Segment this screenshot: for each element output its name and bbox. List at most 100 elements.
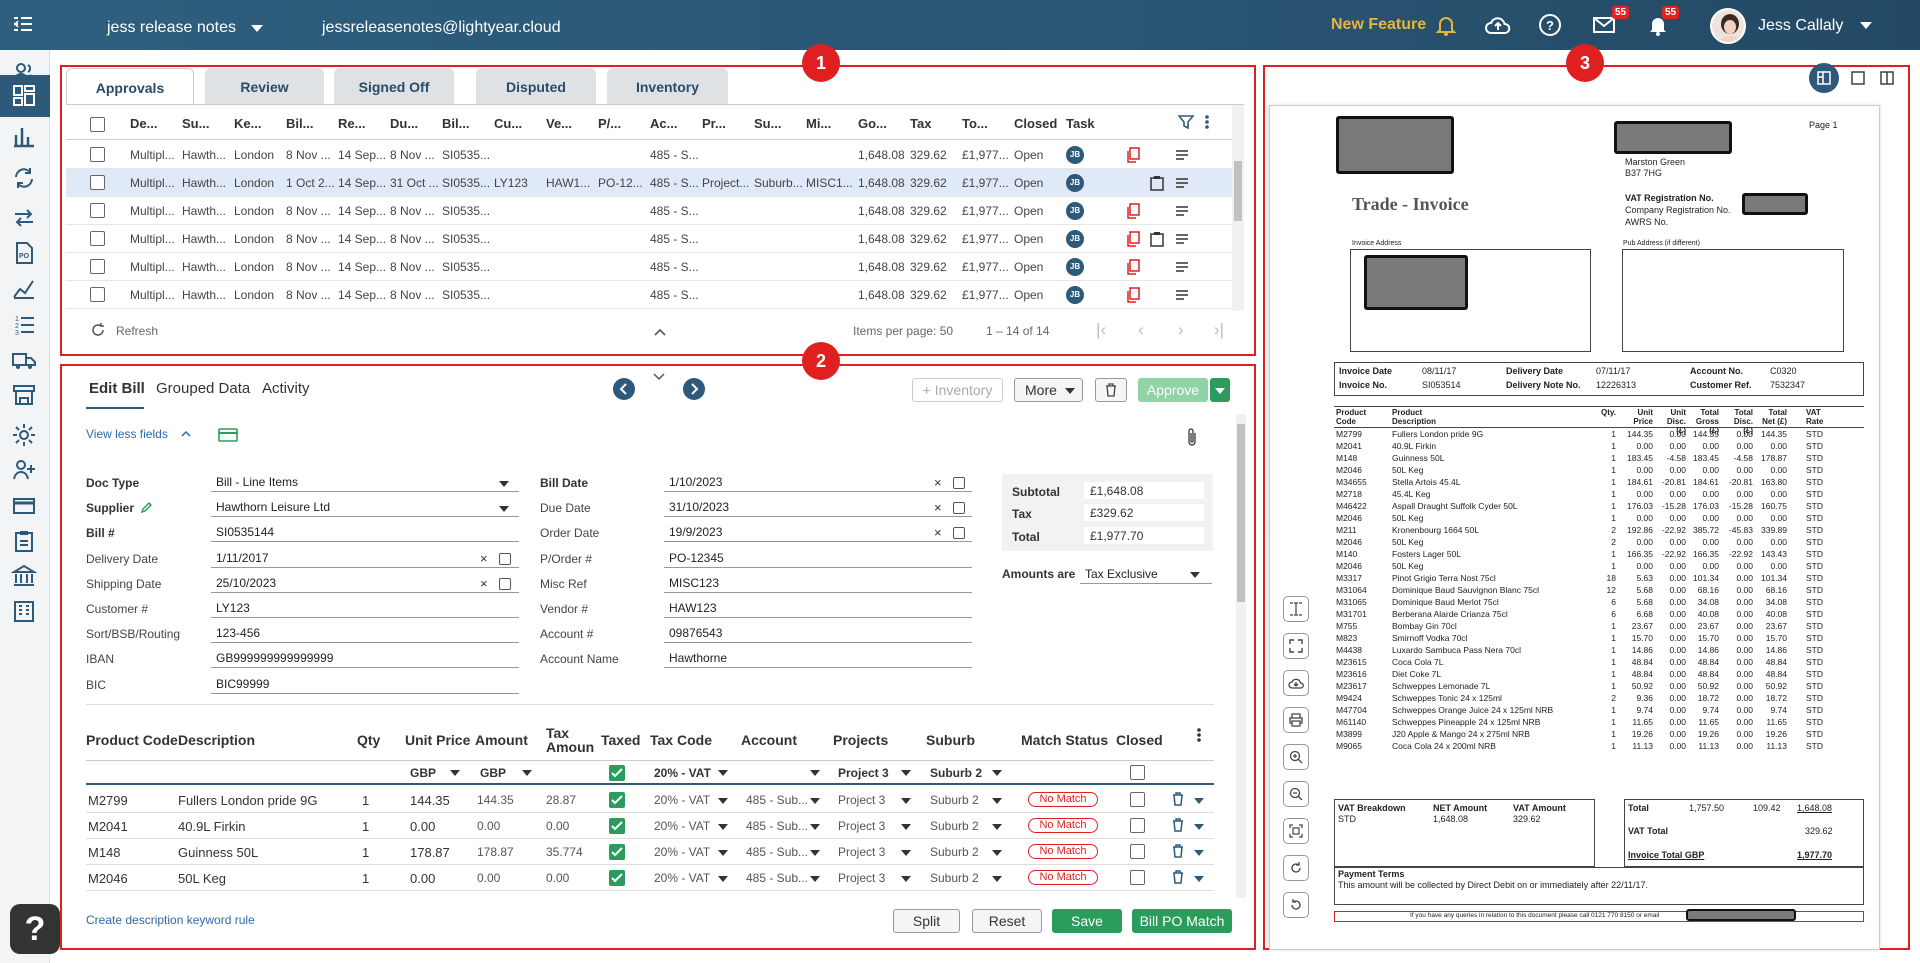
clear-date-icon[interactable]: × (480, 576, 488, 591)
tab-activity[interactable]: Activity (262, 380, 310, 397)
chevron-down-icon[interactable] (992, 798, 1002, 804)
more-vert-icon[interactable] (1204, 114, 1210, 130)
row-checkbox[interactable] (90, 287, 105, 302)
col-header[interactable]: Closed (1014, 116, 1057, 131)
table-row[interactable]: Multipl... Hawth... London 8 Nov ... 14 Sep.… (66, 253, 1244, 281)
fit-page-button[interactable] (1283, 818, 1309, 844)
tab-inventory[interactable]: Inventory (607, 68, 728, 104)
col-header[interactable]: Tax (910, 116, 931, 131)
supplier-dropdown-icon[interactable] (499, 506, 509, 512)
line-unit[interactable]: 0.00 (410, 819, 435, 834)
taxed-checkbox[interactable] (609, 818, 625, 834)
unit-price-currency[interactable]: GBP (410, 766, 436, 780)
col-header[interactable]: Mi... (806, 116, 831, 131)
col-header[interactable]: Du... (390, 116, 418, 131)
line-tax[interactable]: 0.00 (546, 819, 569, 833)
chevron-down-icon[interactable] (901, 824, 911, 830)
notes-icon[interactable] (1176, 205, 1188, 217)
task-assignee-avatar[interactable]: JB (1066, 174, 1084, 192)
col-header[interactable]: Su... (182, 116, 209, 131)
clear-date-icon[interactable]: × (934, 500, 942, 515)
tab-grouped-data[interactable]: Grouped Data (156, 380, 250, 397)
delete-line-icon[interactable] (1172, 844, 1184, 858)
rotate-right-button[interactable] (1283, 855, 1309, 881)
single-layout-icon[interactable] (1851, 71, 1865, 85)
line-suburb[interactable]: Suburb 2 (930, 793, 979, 807)
line-account[interactable]: 485 - Sub... (746, 871, 808, 885)
line-desc[interactable]: Fullers London pride 9G (178, 793, 317, 808)
row-checkbox[interactable] (90, 203, 105, 218)
line-desc[interactable]: 50L Keg (178, 871, 226, 886)
copy-icon[interactable] (1126, 287, 1140, 303)
col-header[interactable]: Ac... (650, 116, 677, 131)
field-value[interactable]: Hawthorn Leisure Ltd (211, 499, 519, 518)
chevron-down-icon[interactable] (901, 850, 911, 856)
dashboard-icon[interactable] (11, 83, 37, 109)
help-icon[interactable]: ? (1538, 13, 1562, 37)
clipboard-icon[interactable] (1150, 231, 1164, 247)
line-menu-dropdown-icon[interactable] (1194, 824, 1204, 830)
notes-icon[interactable] (1176, 177, 1188, 189)
cloud-upload-icon[interactable] (1484, 13, 1512, 37)
match-status-badge[interactable]: No Match (1028, 870, 1098, 885)
closed-checkbox[interactable] (1130, 792, 1145, 807)
tab-approvals[interactable]: Approvals (66, 68, 194, 104)
card-icon[interactable] (11, 493, 37, 519)
line-options-icon[interactable] (1196, 727, 1202, 743)
delete-line-icon[interactable] (1172, 792, 1184, 806)
field-value[interactable]: HAW123 (664, 600, 972, 618)
notes-icon[interactable] (1176, 261, 1188, 273)
line-amount[interactable]: 0.00 (477, 871, 500, 885)
tab-disputed[interactable]: Disputed (476, 68, 596, 104)
table-row[interactable]: Multipl... Hawth... London 8 Nov ... 14 Sep.… (66, 225, 1244, 253)
last-page-icon[interactable]: ›| (1214, 320, 1224, 340)
chevron-down-icon[interactable] (718, 876, 728, 882)
previous-bill-icon[interactable] (613, 378, 635, 400)
copy-icon[interactable] (1126, 259, 1140, 275)
field-value[interactable]: 1/11/2017 (211, 550, 519, 568)
line-amount[interactable]: 178.87 (477, 845, 514, 859)
line-code[interactable]: M148 (88, 845, 121, 860)
field-value[interactable]: Hawthorne (664, 650, 972, 669)
tab-signed-off[interactable]: Signed Off (334, 68, 454, 104)
row-checkbox[interactable] (90, 147, 105, 162)
zoom-out-button[interactable] (1283, 781, 1309, 807)
amount-currency[interactable]: GBP (480, 766, 506, 780)
line-amount[interactable]: 0.00 (477, 819, 500, 833)
grid-scrollbar[interactable] (1232, 105, 1244, 311)
edit-supplier-icon[interactable] (140, 502, 152, 514)
side-layout-icon[interactable] (1880, 71, 1894, 85)
organisation-name[interactable]: jess release notes (107, 19, 236, 37)
col-header[interactable]: Su... (754, 116, 781, 131)
line-suburb[interactable]: Suburb 2 (930, 819, 979, 833)
view-less-fields-link[interactable]: View less fields (86, 427, 168, 441)
task-assignee-avatar[interactable]: JB (1066, 258, 1084, 276)
field-value[interactable]: BIC99999 (211, 676, 519, 694)
new-feature-link[interactable]: New Feature (1331, 16, 1426, 34)
calendar-icon[interactable] (953, 527, 965, 540)
closed-checkbox[interactable] (1130, 844, 1145, 859)
organisation-dropdown-icon[interactable] (251, 25, 263, 32)
clipboard-icon[interactable] (11, 528, 37, 554)
clear-date-icon[interactable]: × (480, 551, 488, 566)
line-account[interactable]: 485 - Sub... (746, 819, 808, 833)
collapse-chevron-icon[interactable] (653, 327, 667, 337)
line-menu-dropdown-icon[interactable] (1194, 876, 1204, 882)
col-header[interactable]: Bil... (442, 116, 469, 131)
payment-card-icon[interactable] (218, 428, 238, 442)
copy-icon[interactable] (1126, 203, 1140, 219)
list-icon[interactable]: 123 (11, 312, 37, 338)
line-item-row[interactable]: M2041 40.9L Firkin 1 0.00 0.00 0.00 20% - VAT 4… (86, 813, 1214, 839)
add-user-icon[interactable] (11, 457, 37, 483)
suburb-filter[interactable]: Suburb 2 (930, 766, 982, 780)
line-suburb[interactable]: Suburb 2 (930, 871, 979, 885)
line-project[interactable]: Project 3 (838, 793, 885, 807)
fullscreen-button[interactable] (1283, 633, 1309, 659)
field-value[interactable]: PO-12345 (664, 550, 972, 568)
col-header[interactable]: Ve... (546, 116, 572, 131)
calendar-icon[interactable] (499, 552, 511, 565)
field-value[interactable]: GB999999999999999 (211, 650, 519, 669)
line-tax[interactable]: 0.00 (546, 871, 569, 885)
row-checkbox[interactable] (90, 231, 105, 246)
table-row[interactable]: Multipl... Hawth... London 8 Nov ... 14 Sep.… (66, 141, 1244, 169)
